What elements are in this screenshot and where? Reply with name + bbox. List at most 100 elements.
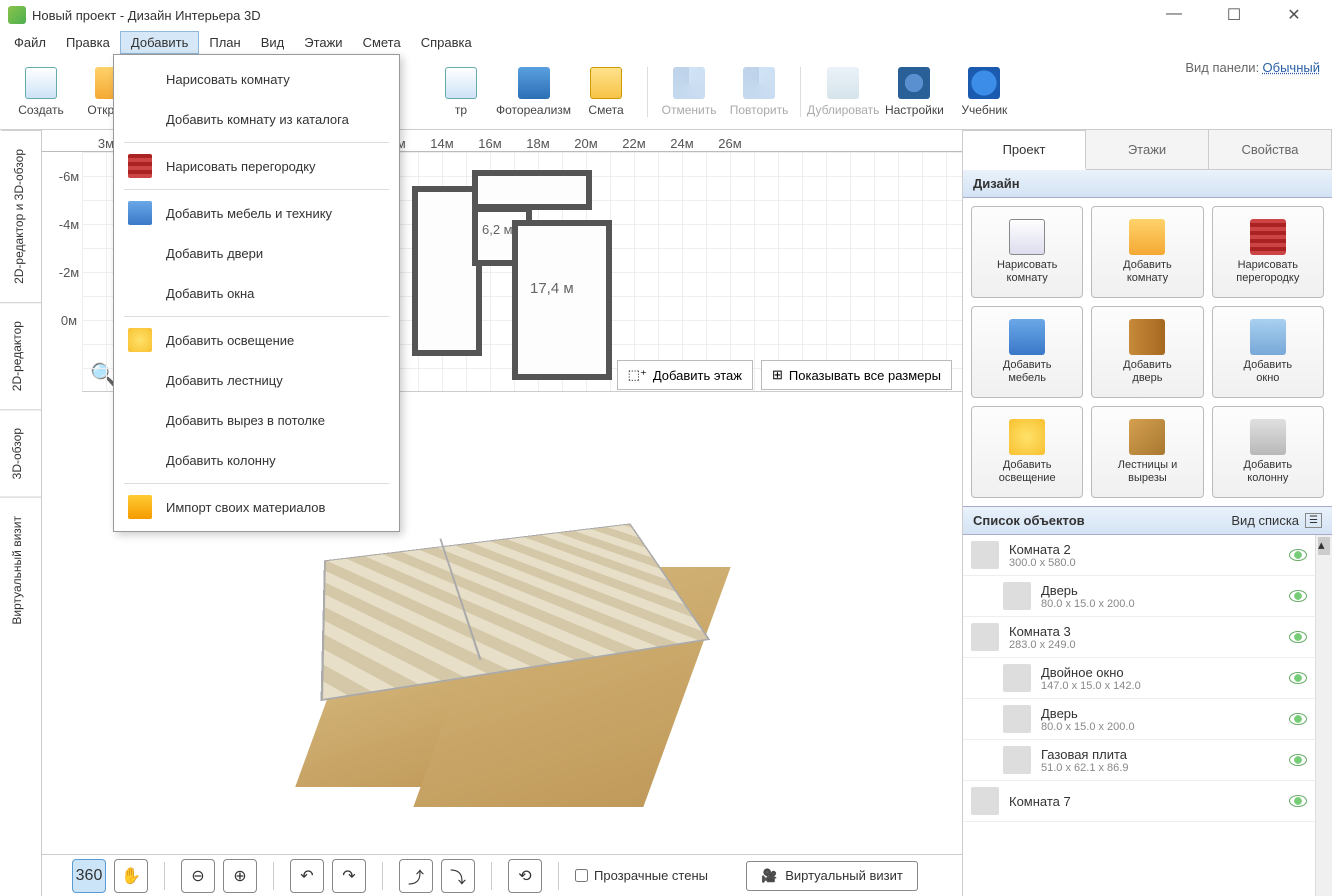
virtual-visit-button[interactable]: 🎥Виртуальный визит: [746, 861, 918, 891]
dropdown-item[interactable]: Добавить вырез в потолке: [114, 400, 399, 440]
menu-plan[interactable]: План: [199, 32, 250, 53]
panel-mode: Вид панели: Обычный: [1185, 60, 1320, 75]
show-dims-button[interactable]: ⊞Показывать все размеры: [761, 360, 952, 390]
add-floor-button[interactable]: ⬚⁺Добавить этаж: [617, 360, 753, 390]
tutorial-button[interactable]: Учебник: [949, 56, 1019, 128]
dropdown-item[interactable]: Добавить окна: [114, 273, 399, 313]
blank-icon: [128, 368, 152, 392]
blank-icon: [128, 67, 152, 91]
dropdown-item[interactable]: Добавить комнату из каталога: [114, 99, 399, 139]
object-list[interactable]: Комната 2300.0 x 580.0Дверь80.0 x 15.0 x…: [963, 535, 1315, 896]
visibility-toggle[interactable]: [1289, 795, 1307, 807]
objlist-mode-label: Вид списка: [1231, 513, 1299, 528]
menu-estimate[interactable]: Смета: [353, 32, 411, 53]
tab-properties[interactable]: Свойства: [1209, 130, 1332, 169]
maximize-button[interactable]: ☐: [1214, 5, 1254, 25]
floorplan-2d[interactable]: 6,2 м 17,4 м: [412, 170, 612, 380]
zoom-out-button[interactable]: ⊖: [181, 859, 215, 893]
object-item[interactable]: Комната 7: [963, 781, 1315, 822]
wall-icon: [1250, 219, 1286, 255]
center-button[interactable]: тр: [426, 56, 496, 128]
object-item[interactable]: Газовая плита51.0 x 62.1 x 86.9: [963, 740, 1315, 781]
box3d-icon: [971, 623, 999, 651]
menu-view[interactable]: Вид: [251, 32, 295, 53]
estimate-button[interactable]: Смета: [571, 56, 641, 128]
design-addroom-button[interactable]: Добавитькомнату: [1091, 206, 1203, 298]
tab-2d[interactable]: 2D-редактор: [0, 302, 41, 409]
duplicate-button[interactable]: Дублировать: [807, 56, 879, 128]
design-stairs-button[interactable]: Лестницы ивырезы: [1091, 406, 1203, 498]
design-header: Дизайн: [963, 170, 1332, 198]
object-item[interactable]: Двойное окно147.0 x 15.0 x 142.0: [963, 658, 1315, 699]
object-item[interactable]: Комната 3283.0 x 249.0: [963, 617, 1315, 658]
dropdown-item[interactable]: Нарисовать комнату: [114, 59, 399, 99]
transparent-walls-checkbox[interactable]: Прозрачные стены: [575, 868, 708, 883]
door-icon: [1003, 582, 1031, 610]
list-mode-icon[interactable]: ☰: [1305, 513, 1322, 528]
tab-virtual[interactable]: Виртуальный визит: [0, 497, 41, 643]
visibility-toggle[interactable]: [1289, 754, 1307, 766]
visibility-toggle[interactable]: [1289, 549, 1307, 561]
design-room-button[interactable]: Нарисоватькомнату: [971, 206, 1083, 298]
design-bulb-button[interactable]: Добавитьосвещение: [971, 406, 1083, 498]
design-chair-button[interactable]: Добавитьмебель: [971, 306, 1083, 398]
dropdown-item[interactable]: Импорт своих материалов: [114, 487, 399, 527]
scrollbar[interactable]: ▴: [1315, 535, 1332, 896]
pan-button[interactable]: ✋: [114, 859, 148, 893]
zoom-in-button[interactable]: ⊕: [223, 859, 257, 893]
design-door-button[interactable]: Добавитьдверь: [1091, 306, 1203, 398]
left-tabs: 2D-редактор и 3D-обзор 2D-редактор 3D-об…: [0, 130, 42, 896]
add-dropdown-menu: Нарисовать комнатуДобавить комнату из ка…: [113, 54, 400, 532]
tab-2d-3d[interactable]: 2D-редактор и 3D-обзор: [0, 130, 41, 302]
right-panel: Проект Этажи Свойства Дизайн Нарисоватьк…: [962, 130, 1332, 896]
object-item[interactable]: Дверь80.0 x 15.0 x 200.0: [963, 576, 1315, 617]
rotate-cw-button[interactable]: ↷: [332, 859, 366, 893]
photoreal-button[interactable]: Фотореализм: [496, 56, 571, 128]
visibility-toggle[interactable]: [1289, 590, 1307, 602]
room-label-1: 6,2 м: [482, 222, 513, 237]
close-button[interactable]: ✕: [1274, 5, 1314, 25]
tilt-down-button[interactable]: ⤵: [441, 859, 475, 893]
ruler-vertical: -6м-4м-2м0м: [56, 152, 82, 344]
dropdown-item[interactable]: Добавить мебель и технику: [114, 193, 399, 233]
camera-icon: 🎥: [761, 868, 777, 884]
reset-view-button[interactable]: ⟲: [508, 859, 542, 893]
dropdown-item[interactable]: Добавить освещение: [114, 320, 399, 360]
menu-edit[interactable]: Правка: [56, 32, 120, 53]
panel-mode-link[interactable]: Обычный: [1263, 60, 1320, 75]
settings-button[interactable]: Настройки: [879, 56, 949, 128]
orbit-360-button[interactable]: 360: [72, 859, 106, 893]
tab-project[interactable]: Проект: [963, 130, 1086, 170]
object-item[interactable]: Дверь80.0 x 15.0 x 200.0: [963, 699, 1315, 740]
tab-floors[interactable]: Этажи: [1086, 130, 1209, 169]
menu-floors[interactable]: Этажи: [294, 32, 352, 53]
dropdown-item[interactable]: Добавить лестницу: [114, 360, 399, 400]
menu-file[interactable]: Файл: [4, 32, 56, 53]
menu-add[interactable]: Добавить: [120, 31, 199, 54]
stairs-icon: [1129, 419, 1165, 455]
door-icon: [1003, 705, 1031, 733]
minimize-button[interactable]: —: [1154, 5, 1194, 25]
visibility-toggle[interactable]: [1289, 713, 1307, 725]
room-icon: [1009, 219, 1045, 255]
visibility-toggle[interactable]: [1289, 631, 1307, 643]
object-item[interactable]: Комната 2300.0 x 580.0: [963, 535, 1315, 576]
redo-button[interactable]: Повторить: [724, 56, 794, 128]
visibility-toggle[interactable]: [1289, 672, 1307, 684]
app-icon: [8, 6, 26, 24]
design-wall-button[interactable]: Нарисоватьперегородку: [1212, 206, 1324, 298]
undo-button[interactable]: Отменить: [654, 56, 724, 128]
rotate-ccw-button[interactable]: ↶: [290, 859, 324, 893]
blank-icon: [128, 107, 152, 131]
dropdown-item[interactable]: Нарисовать перегородку: [114, 146, 399, 186]
tilt-up-button[interactable]: ⤴: [399, 859, 433, 893]
dropdown-item[interactable]: Добавить двери: [114, 233, 399, 273]
menu-help[interactable]: Справка: [411, 32, 482, 53]
create-button[interactable]: Создать: [6, 56, 76, 128]
room-label-2: 17,4 м: [530, 280, 574, 297]
tab-3d[interactable]: 3D-обзор: [0, 409, 41, 497]
design-column-button[interactable]: Добавитьколонну: [1212, 406, 1324, 498]
design-window-button[interactable]: Добавитьокно: [1212, 306, 1324, 398]
wall-icon: [128, 154, 152, 178]
dropdown-item[interactable]: Добавить колонну: [114, 440, 399, 480]
